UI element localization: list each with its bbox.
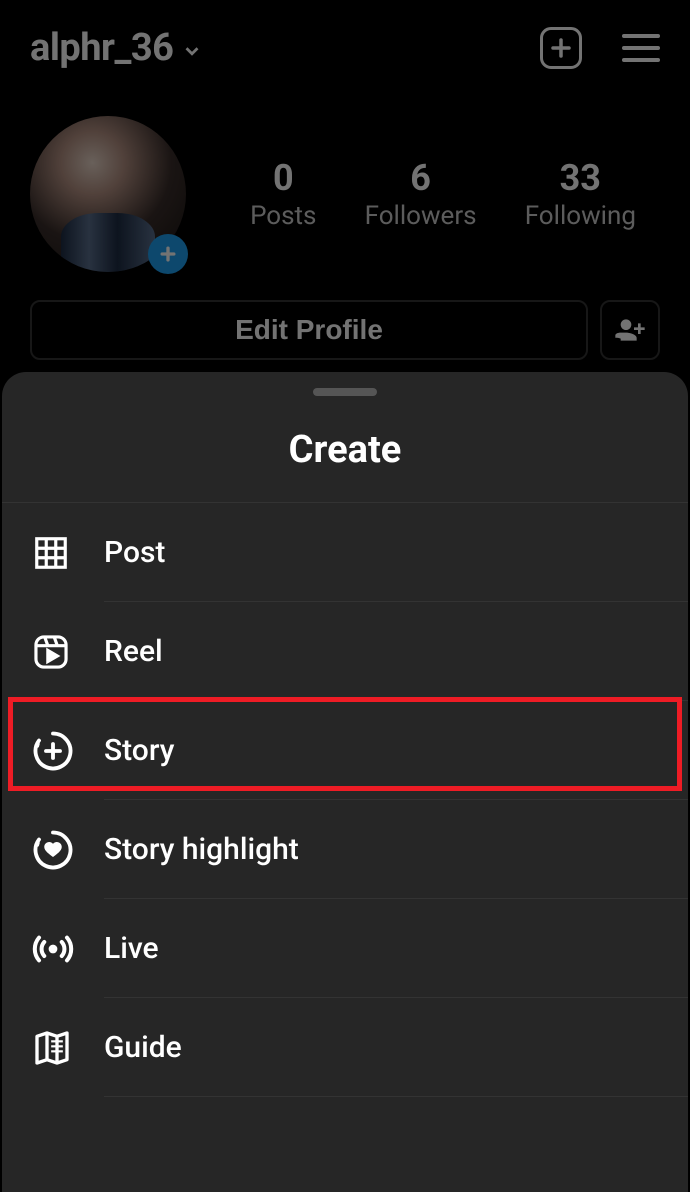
chevron-down-icon	[181, 34, 203, 62]
menu-item-label: Story highlight	[104, 832, 299, 867]
reel-icon	[32, 633, 104, 671]
profile-header: alphr_36	[0, 0, 690, 96]
stat-value: 0	[250, 157, 316, 199]
menu-item-post[interactable]: Post	[2, 503, 688, 602]
guide-icon	[32, 1028, 104, 1068]
stat-label: Following	[525, 201, 636, 231]
profile-summary: 0 Posts 6 Followers 33 Following	[0, 96, 690, 300]
discover-people-button[interactable]	[600, 300, 660, 360]
stat-value: 6	[365, 157, 477, 199]
menu-item-label: Story	[104, 733, 174, 768]
menu-button[interactable]	[622, 34, 660, 62]
menu-item-label: Reel	[104, 634, 163, 669]
stat-followers[interactable]: 6 Followers	[365, 157, 477, 231]
menu-item-story-highlight[interactable]: Story highlight	[2, 800, 688, 899]
sheet-grabber[interactable]	[313, 388, 377, 396]
stat-label: Followers	[365, 201, 477, 231]
menu-item-label: Guide	[104, 1030, 182, 1065]
menu-item-label: Post	[104, 535, 165, 570]
menu-item-live[interactable]: Live	[2, 899, 688, 998]
stat-following[interactable]: 33 Following	[525, 157, 636, 231]
username-text: alphr_36	[30, 26, 173, 70]
stat-posts[interactable]: 0 Posts	[250, 157, 316, 231]
edit-profile-button[interactable]: Edit Profile	[30, 300, 588, 360]
avatar[interactable]	[30, 116, 186, 272]
stat-value: 33	[525, 157, 636, 199]
menu-item-guide[interactable]: Guide	[2, 998, 688, 1097]
sheet-title: Create	[2, 396, 688, 502]
menu-item-label: Live	[104, 931, 159, 966]
menu-item-reel[interactable]: Reel	[2, 602, 688, 701]
edit-profile-label: Edit Profile	[235, 314, 383, 346]
add-story-badge[interactable]	[148, 234, 188, 274]
menu-item-story[interactable]: Story	[2, 701, 688, 800]
grid-icon	[32, 534, 104, 572]
live-icon	[32, 928, 104, 970]
story-icon	[32, 730, 104, 772]
highlight-icon	[32, 829, 104, 871]
username-dropdown[interactable]: alphr_36	[30, 26, 203, 70]
stat-label: Posts	[250, 201, 316, 231]
create-sheet: Create Post Reel	[2, 372, 688, 1192]
create-button[interactable]	[540, 27, 582, 69]
